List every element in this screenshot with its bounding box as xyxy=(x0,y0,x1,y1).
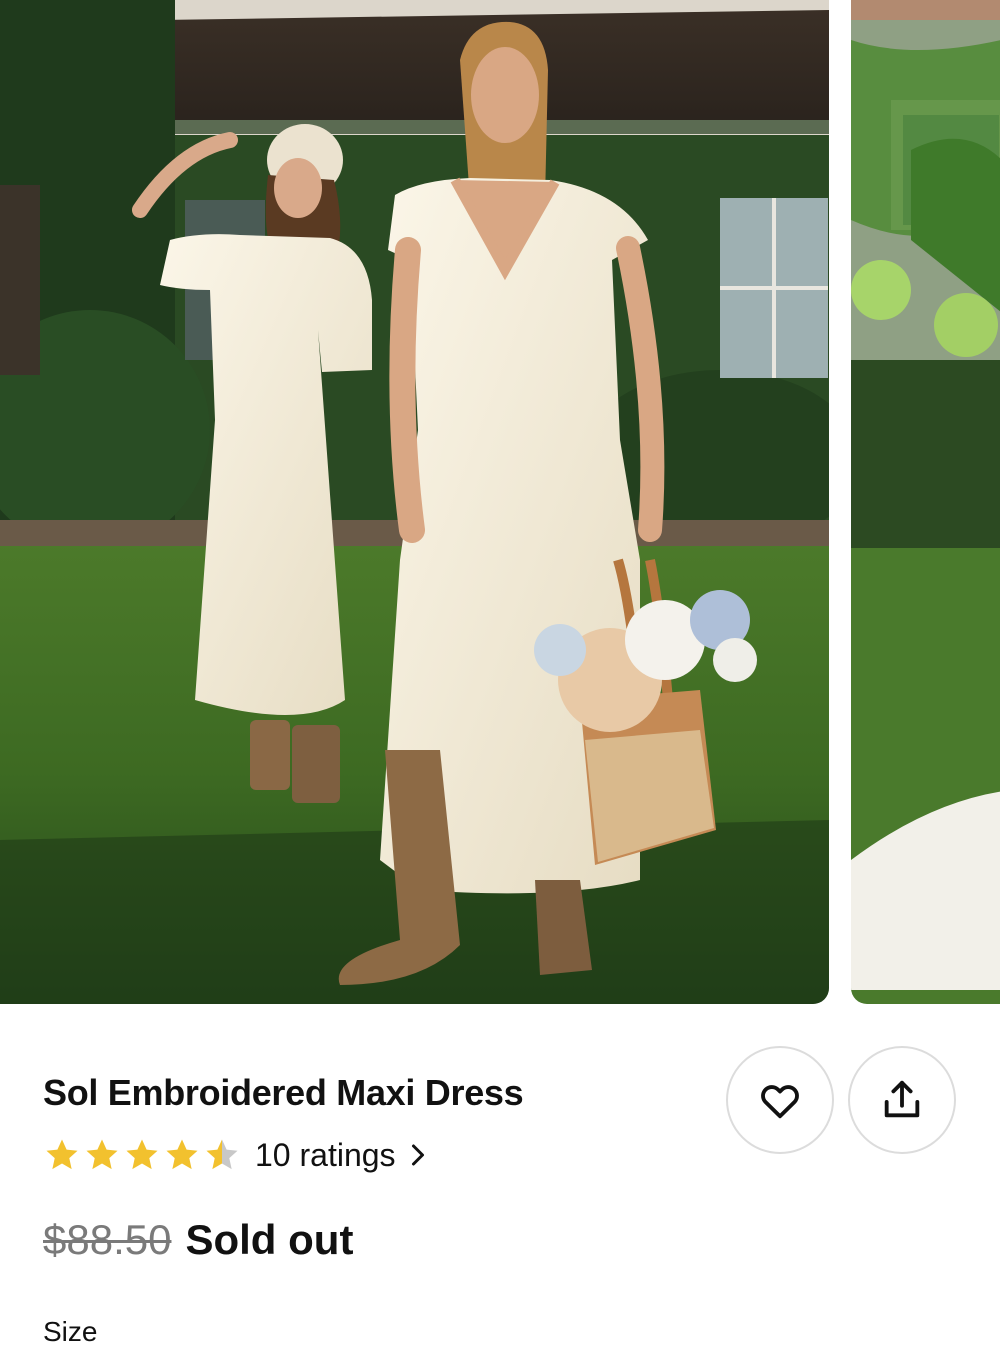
favorite-button[interactable] xyxy=(726,1046,834,1154)
share-button[interactable] xyxy=(848,1046,956,1154)
original-price: $88.50 xyxy=(43,1216,172,1263)
product-image-main[interactable] xyxy=(0,0,829,1004)
star-full-icon xyxy=(46,1139,78,1170)
star-rating xyxy=(43,1136,241,1174)
star-full-icon xyxy=(86,1139,118,1170)
chevron-right-icon xyxy=(411,1144,424,1166)
price-row: $88.50 Sold out xyxy=(43,1216,353,1264)
product-image-carousel[interactable] xyxy=(0,0,1000,1005)
ratings-link[interactable]: 10 ratings xyxy=(43,1134,426,1176)
product-image-next[interactable] xyxy=(851,0,1000,1004)
heart-icon xyxy=(761,1085,799,1119)
product-photo-secondary xyxy=(851,0,1000,1004)
availability-status: Sold out xyxy=(185,1216,354,1263)
ratings-count: 10 ratings xyxy=(255,1136,396,1173)
product-photo xyxy=(0,0,829,1004)
star-half-icon xyxy=(206,1139,238,1170)
product-title: Sol Embroidered Maxi Dress xyxy=(43,1072,524,1113)
share-icon xyxy=(884,1080,920,1118)
star-full-icon xyxy=(126,1139,158,1170)
size-label: Size xyxy=(43,1316,98,1347)
star-full-icon xyxy=(166,1139,198,1170)
